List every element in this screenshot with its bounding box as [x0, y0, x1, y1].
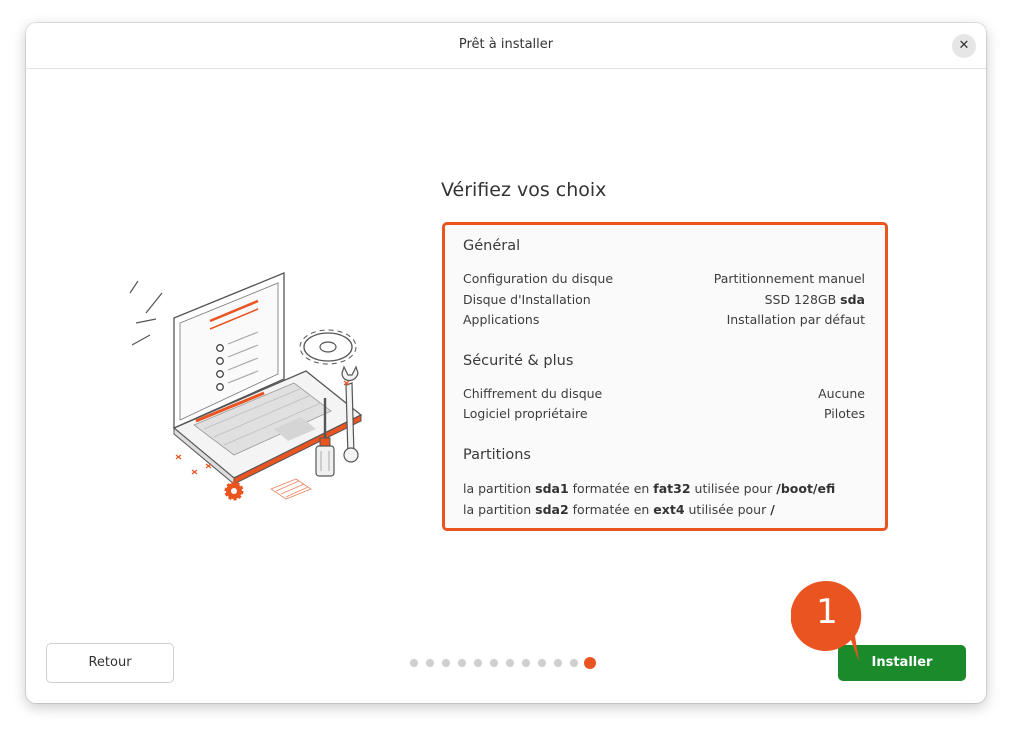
sparkle-icon	[129, 280, 163, 346]
row-label: Logiciel propriétaire	[463, 406, 588, 421]
step-dot	[458, 659, 466, 667]
step-dot	[522, 659, 530, 667]
summary-row: Chiffrement du disque Aucune	[463, 386, 865, 404]
section-title-partitions: Partitions	[463, 447, 531, 463]
back-button[interactable]: Retour	[46, 643, 174, 683]
summary-panel: Général Configuration du disque Partitio…	[442, 222, 888, 531]
row-label: Applications	[463, 312, 540, 327]
step-dot	[410, 659, 418, 667]
row-value: Aucune	[818, 386, 865, 401]
step-dot	[442, 659, 450, 667]
row-label: Chiffrement du disque	[463, 386, 603, 401]
step-dot	[490, 659, 498, 667]
summary-row: Logiciel propriétaire Pilotes	[463, 406, 865, 424]
step-dot	[474, 659, 482, 667]
step-dot	[554, 659, 562, 667]
row-value: Pilotes	[824, 406, 865, 421]
laptop-tools-illustration	[129, 272, 363, 501]
step-dot	[506, 659, 514, 667]
section-title-security: Sécurité & plus	[463, 353, 574, 369]
partition-line: la partition sda1 formatée en fat32 util…	[463, 481, 836, 496]
page-heading: Vérifiez vos choix	[441, 179, 607, 201]
summary-row: Applications Installation par défaut	[463, 312, 865, 330]
window-title: Prêt à installer	[458, 37, 554, 52]
close-icon: ✕	[958, 38, 970, 53]
annotation-number: 1	[816, 592, 838, 632]
title-bar: Prêt à installer ✕	[26, 23, 986, 69]
partition-line: la partition sda2 formatée en ext4 utili…	[463, 502, 775, 517]
row-value: Partitionnement manuel	[713, 271, 865, 286]
row-label: Disque d'Installation	[463, 292, 591, 307]
step-dot	[570, 659, 578, 667]
summary-row: Configuration du disque Partitionnement …	[463, 271, 865, 289]
section-title-general: Général	[463, 238, 521, 254]
row-value: SSD 128GB sda	[764, 292, 865, 307]
step-dot	[426, 659, 434, 667]
summary-row: Disque d'Installation SSD 128GB sda	[463, 292, 865, 310]
close-button[interactable]: ✕	[952, 34, 976, 58]
row-label: Configuration du disque	[463, 271, 614, 286]
gear-icon	[299, 329, 357, 365]
step-dot-active	[584, 657, 596, 669]
small-gear-icon	[224, 481, 244, 501]
step-dot	[538, 659, 546, 667]
row-value: Installation par défaut	[726, 312, 865, 327]
annotation-marker: 1	[790, 580, 863, 664]
